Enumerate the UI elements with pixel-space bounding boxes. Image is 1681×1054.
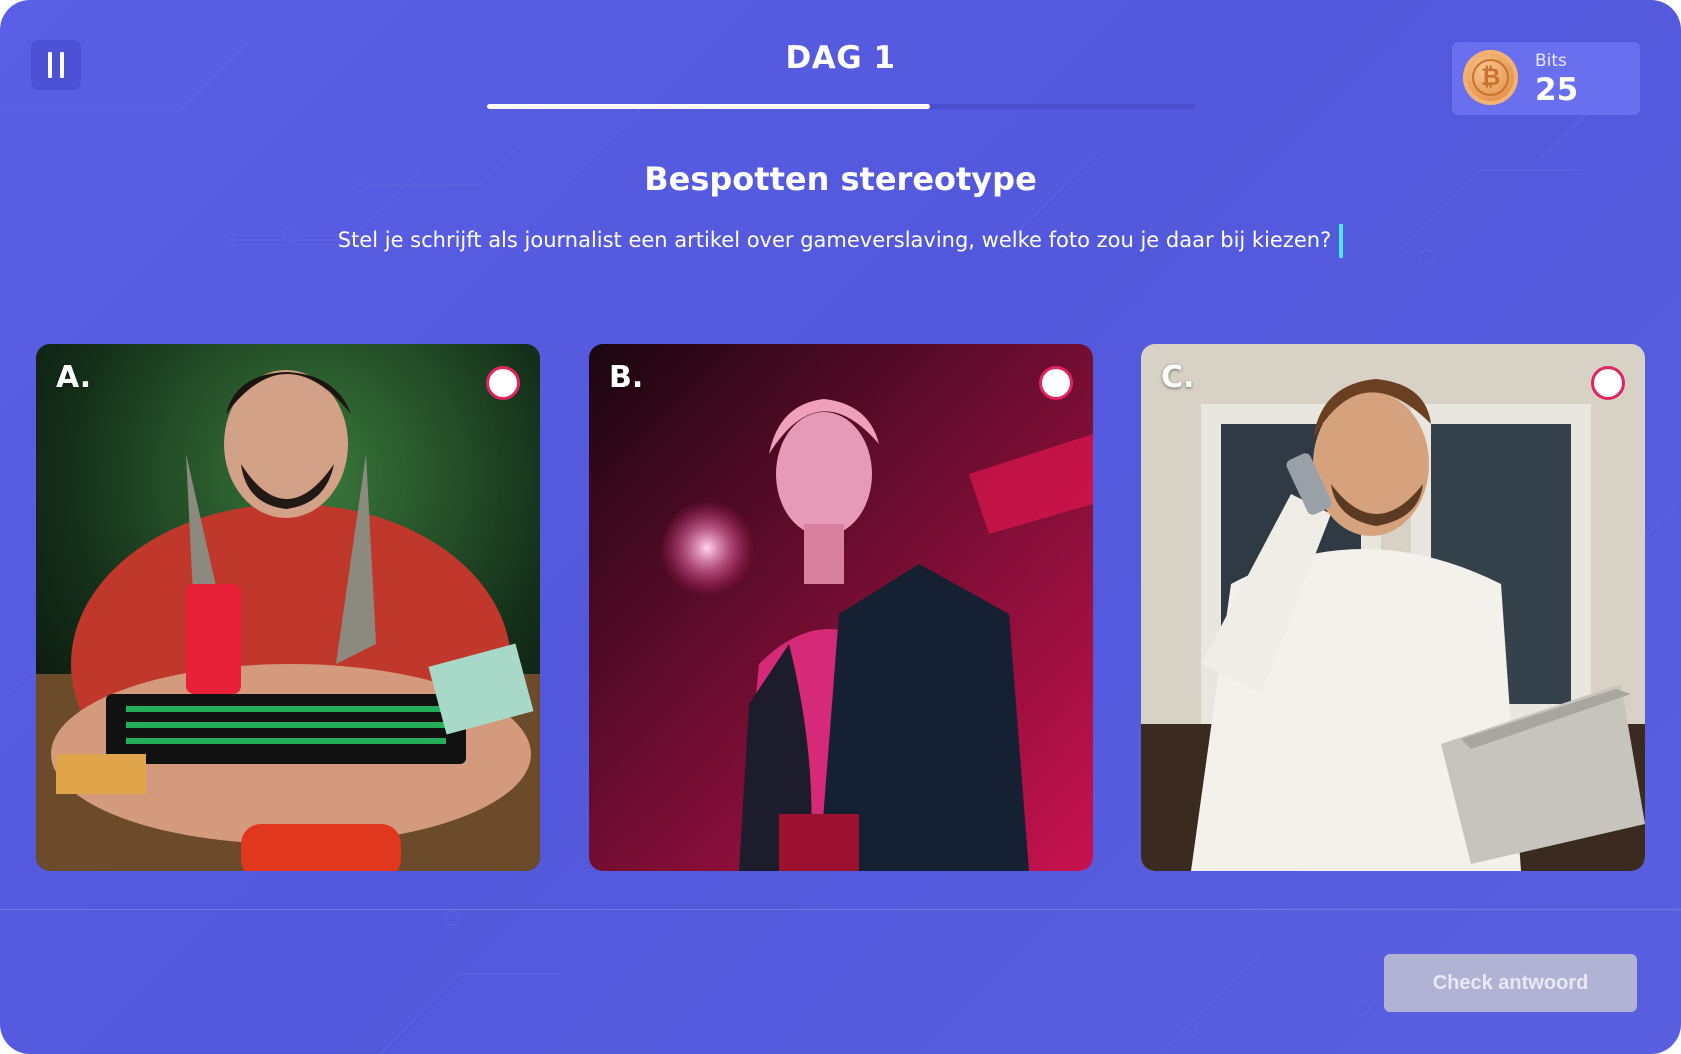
check-answer-button[interactable]: Check antwoord xyxy=(1384,954,1637,1012)
game-screen: DAG 1 ₿ Bits 25 Bespotten stereotype Ste… xyxy=(0,0,1681,1054)
option-c-letter: C. xyxy=(1161,360,1195,395)
option-c-radio[interactable] xyxy=(1591,366,1625,400)
option-c-card[interactable]: C. xyxy=(1141,344,1645,871)
coin-symbol: ₿ xyxy=(1472,59,1509,96)
question-title: Bespotten stereotype xyxy=(644,160,1037,198)
option-b-radio[interactable] xyxy=(1039,366,1073,400)
day-title: DAG 1 xyxy=(785,40,896,76)
bits-value: 25 xyxy=(1535,72,1579,108)
option-a-card[interactable]: A. xyxy=(36,344,540,871)
question-text: Stel je schrijft als journalist een arti… xyxy=(337,228,1332,252)
bits-label: Bits xyxy=(1535,51,1567,71)
option-b-letter: B. xyxy=(609,360,644,395)
progress-fill xyxy=(487,104,930,109)
progress-bar xyxy=(487,104,1195,109)
footer-divider xyxy=(0,909,1681,910)
option-b-card[interactable]: B. xyxy=(589,344,1093,871)
bitcoin-icon: ₿ xyxy=(1463,50,1518,105)
bits-counter: ₿ Bits 25 xyxy=(1452,42,1640,115)
text-caret xyxy=(1339,224,1344,258)
option-b-photo xyxy=(589,344,1093,871)
question-text-row: Stel je schrijft als journalist een arti… xyxy=(0,224,1681,258)
option-c-photo xyxy=(1141,344,1645,871)
option-a-letter: A. xyxy=(56,360,92,395)
option-a-photo xyxy=(36,344,540,871)
option-a-radio[interactable] xyxy=(486,366,520,400)
